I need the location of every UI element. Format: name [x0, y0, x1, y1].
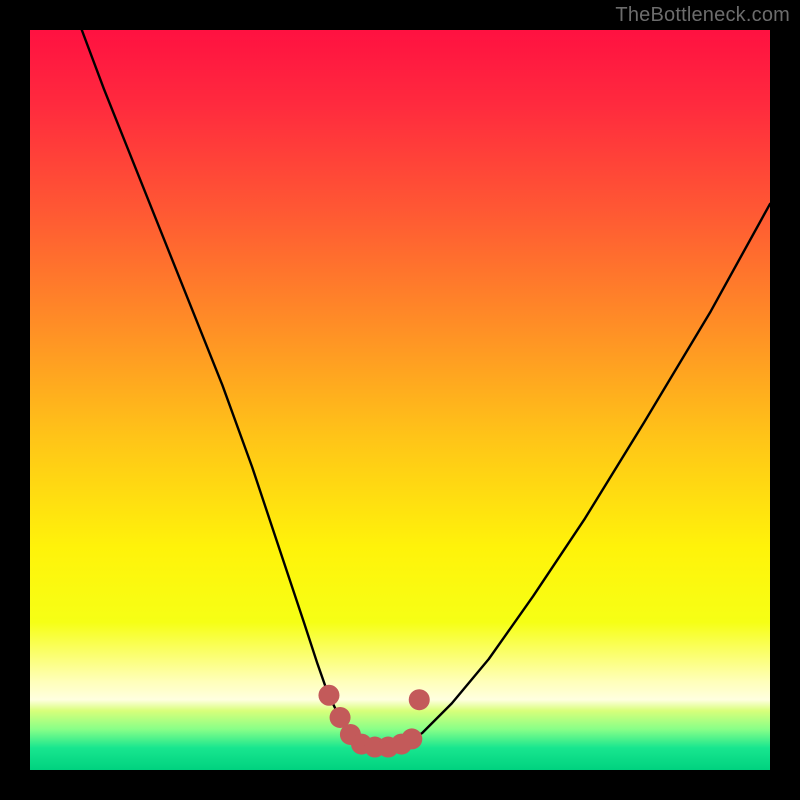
curve-marker	[401, 728, 422, 749]
bottleneck-chart	[0, 0, 800, 800]
plot-background	[30, 30, 770, 770]
watermark-text: TheBottleneck.com	[615, 4, 790, 27]
curve-marker	[409, 689, 430, 710]
chart-stage: { "watermark": "TheBottleneck.com", "col…	[0, 0, 800, 800]
curve-marker	[318, 685, 339, 706]
